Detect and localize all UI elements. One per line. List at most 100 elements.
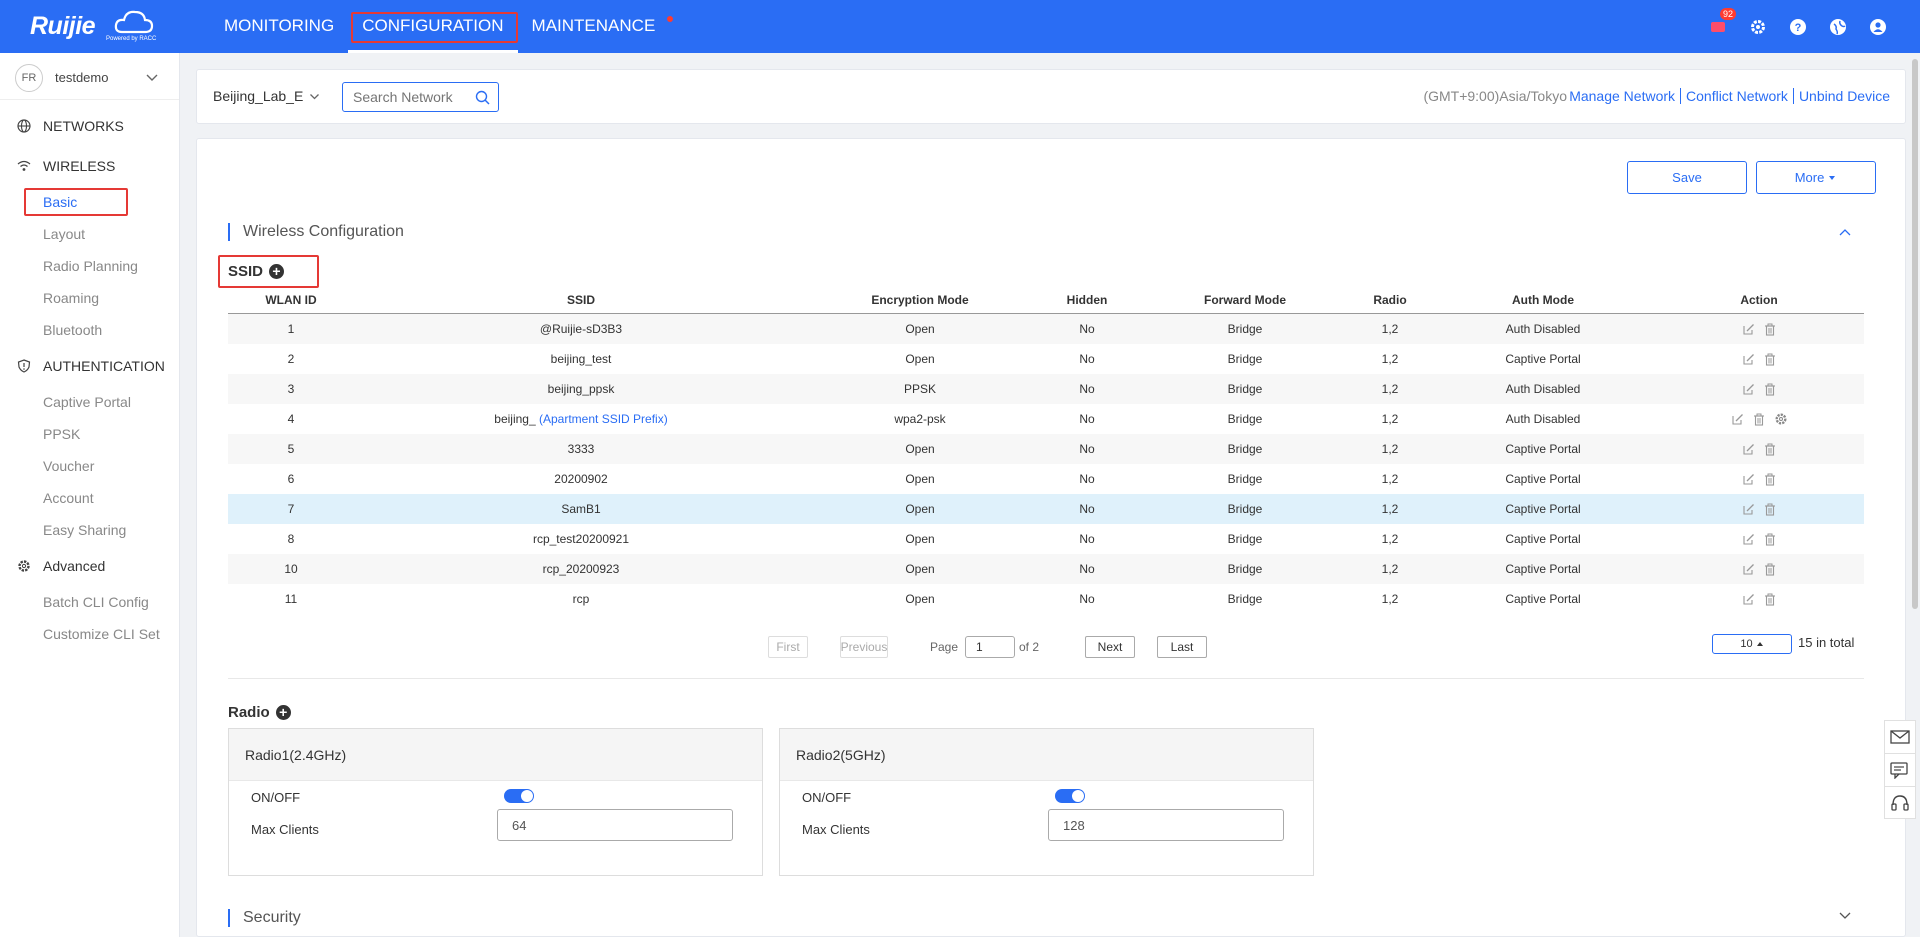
- sidebar-item-customize-cli-set[interactable]: Customize CLI Set: [0, 618, 179, 650]
- table-row[interactable]: 10 rcp_20200923 Open No Bridge 1,2 Captive Por…: [228, 554, 1864, 584]
- search-input[interactable]: [343, 83, 463, 111]
- chat-icon[interactable]: [1884, 753, 1916, 786]
- unbind-device-link[interactable]: Unbind Device: [1792, 88, 1895, 104]
- sidebar-item-layout[interactable]: Layout: [0, 218, 179, 250]
- col-wlan-id: WLAN ID: [265, 293, 317, 307]
- trash-icon[interactable]: [1764, 563, 1776, 576]
- table-row[interactable]: 11 rcp Open No Bridge 1,2 Captive Portal: [228, 584, 1864, 614]
- table-row[interactable]: 7 SamB1 Open No Bridge 1,2 Captive Portal: [228, 494, 1864, 524]
- cell-hidden: No: [1079, 322, 1095, 336]
- sidebar-item-easy-sharing[interactable]: Easy Sharing: [0, 514, 179, 546]
- edit-icon[interactable]: [1731, 413, 1744, 426]
- sidebar-item-account[interactable]: Account: [0, 482, 179, 514]
- gear-icon[interactable]: [1748, 17, 1768, 37]
- chevron-down-icon[interactable]: [1838, 911, 1852, 921]
- more-button[interactable]: More: [1756, 161, 1876, 194]
- table-row[interactable]: 2 beijing_test Open No Bridge 1,2 Captive Port…: [228, 344, 1864, 374]
- sidebar-item-label: Roaming: [43, 290, 100, 306]
- table-row[interactable]: 3 beijing_ppsk PPSK No Bridge 1,2 Auth Disable…: [228, 374, 1864, 404]
- user-icon[interactable]: [1868, 17, 1888, 37]
- edit-icon[interactable]: [1742, 503, 1755, 516]
- sidebar-item-ppsk[interactable]: PPSK: [0, 418, 179, 450]
- edit-icon[interactable]: [1742, 353, 1755, 366]
- nav-monitoring[interactable]: MONITORING: [210, 0, 348, 53]
- table-row[interactable]: 8 rcp_test20200921 Open No Bridge 1,2 Captive …: [228, 524, 1864, 554]
- gear-icon[interactable]: [1774, 412, 1788, 426]
- add-ssid-icon[interactable]: +: [269, 264, 285, 279]
- edit-icon[interactable]: [1742, 323, 1755, 336]
- cell-wlan-id: 8: [287, 532, 295, 546]
- trash-icon[interactable]: [1764, 533, 1776, 546]
- page-number-input[interactable]: [965, 636, 1015, 658]
- radio2-max-clients-label: Max Clients: [802, 822, 870, 837]
- table-row[interactable]: 1 @Ruijie-sD3B3 Open No Bridge 1,2 Auth Disabl…: [228, 314, 1864, 344]
- sidebar-item-voucher[interactable]: Voucher: [0, 450, 179, 482]
- first-page-button[interactable]: First: [768, 636, 808, 658]
- trash-icon[interactable]: [1764, 503, 1776, 516]
- help-icon[interactable]: ?: [1788, 17, 1808, 37]
- ruijie-logo[interactable]: Ruijie Powered by RACC: [30, 8, 160, 46]
- trash-icon[interactable]: [1764, 383, 1776, 396]
- chevron-up-icon[interactable]: [1838, 227, 1852, 237]
- edit-icon[interactable]: [1742, 473, 1755, 486]
- radio-title: Radio: [228, 704, 270, 721]
- trash-icon[interactable]: [1753, 413, 1765, 426]
- add-radio-icon[interactable]: +: [275, 705, 291, 720]
- sidebar-wireless[interactable]: WIRELESS: [0, 146, 179, 186]
- sidebar-item-radio-planning[interactable]: Radio Planning: [0, 250, 179, 282]
- save-button[interactable]: Save: [1627, 161, 1747, 194]
- radio1-max-clients-input[interactable]: [497, 809, 733, 841]
- sidebar-authentication[interactable]: AUTHENTICATION: [0, 346, 179, 386]
- trash-icon[interactable]: [1764, 593, 1776, 606]
- svg-text:?: ?: [1795, 22, 1802, 34]
- col-ssid: SSID: [566, 293, 595, 307]
- cell-auth: Auth Disabled: [1505, 382, 1581, 396]
- next-page-button[interactable]: Next: [1085, 636, 1135, 658]
- cell-radio: 1,2: [1381, 322, 1399, 336]
- manage-network-link[interactable]: Manage Network: [1564, 88, 1680, 104]
- table-row[interactable]: 5 3333 Open No Bridge 1,2 Captive Portal: [228, 434, 1864, 464]
- trash-icon[interactable]: [1764, 353, 1776, 366]
- edit-icon[interactable]: [1742, 593, 1755, 606]
- trash-icon[interactable]: [1764, 473, 1776, 486]
- scrollbar-thumb[interactable]: [1912, 59, 1918, 609]
- edit-icon[interactable]: [1742, 443, 1755, 456]
- mail-icon[interactable]: [1884, 720, 1916, 753]
- network-selector[interactable]: Beijing_Lab_E: [213, 88, 320, 104]
- nav-configuration[interactable]: CONFIGURATION: [348, 0, 518, 53]
- sidebar-item-label: Account: [43, 490, 94, 506]
- sidebar-networks[interactable]: NETWORKS: [0, 106, 179, 146]
- previous-page-button[interactable]: Previous: [840, 636, 888, 658]
- sidebar-item-bluetooth[interactable]: Bluetooth: [0, 314, 179, 346]
- edit-icon[interactable]: [1742, 563, 1755, 576]
- table-row[interactable]: 4 beijing_ (Apartment SSID Prefix) wpa2-ps…: [228, 404, 1864, 434]
- sidebar-advanced[interactable]: Advanced: [0, 546, 179, 586]
- sidebar-item-captive-portal[interactable]: Captive Portal: [0, 386, 179, 418]
- sidebar-item-batch-cli-config[interactable]: Batch CLI Config: [0, 586, 179, 618]
- table-row[interactable]: 6 20200902 Open No Bridge 1,2 Captive Portal: [228, 464, 1864, 494]
- message-icon[interactable]: 92: [1708, 7, 1736, 37]
- edit-icon[interactable]: [1742, 383, 1755, 396]
- cell-radio: 1,2: [1381, 562, 1399, 576]
- conflict-network-link[interactable]: Conflict Network: [1680, 88, 1793, 104]
- page-size-select[interactable]: 10: [1712, 634, 1792, 654]
- edit-icon[interactable]: [1742, 533, 1755, 546]
- trash-icon[interactable]: [1764, 323, 1776, 336]
- radio2-toggle[interactable]: [1055, 789, 1085, 803]
- radio2-max-clients-input[interactable]: [1048, 809, 1284, 841]
- globe-icon[interactable]: [1828, 17, 1848, 37]
- nav-monitoring-label: MONITORING: [224, 16, 335, 35]
- user-menu[interactable]: FR testdemo: [0, 53, 179, 100]
- trash-icon[interactable]: [1764, 443, 1776, 456]
- search-icon[interactable]: [475, 90, 490, 105]
- cell-auth: Captive Portal: [1505, 592, 1581, 606]
- last-page-button[interactable]: Last: [1157, 636, 1207, 658]
- nav-maintenance[interactable]: MAINTENANCE: [518, 0, 678, 53]
- scrollbar[interactable]: [1910, 53, 1920, 613]
- network-name: Beijing_Lab_E: [213, 88, 304, 104]
- radio1-toggle[interactable]: [504, 789, 534, 803]
- sidebar-item-basic[interactable]: Basic: [0, 186, 179, 218]
- sidebar-item-roaming[interactable]: Roaming: [0, 282, 179, 314]
- gear-icon: [17, 559, 31, 573]
- headset-icon[interactable]: [1884, 786, 1916, 819]
